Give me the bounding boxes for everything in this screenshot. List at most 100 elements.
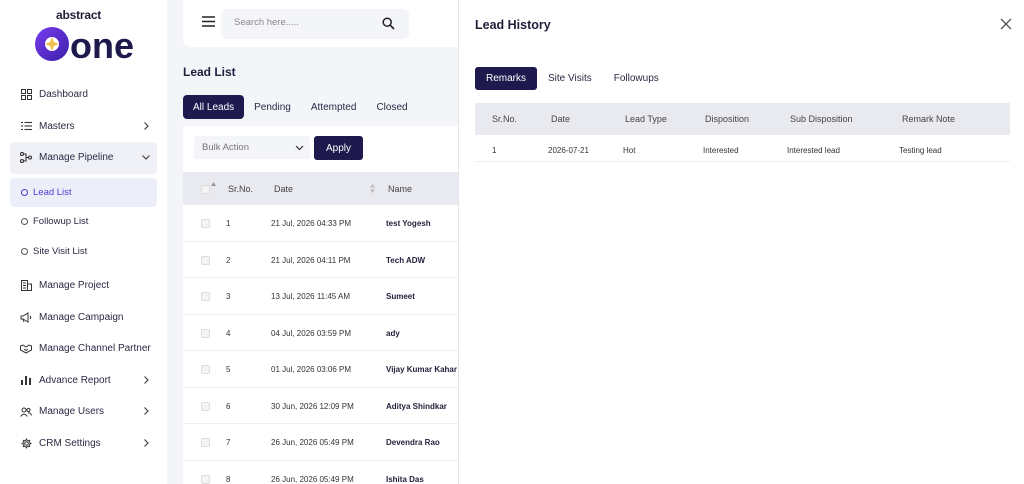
tab-followups[interactable]: Followups bbox=[603, 67, 670, 90]
history-disposition: Interested bbox=[703, 146, 739, 155]
sidebar-item-label: Manage Users bbox=[39, 406, 105, 418]
sidebar-nav: Dashboard Masters Manage Pipeline Lead L… bbox=[10, 79, 157, 459]
history-lead-type: Hot bbox=[623, 146, 636, 155]
sidebar-item-manage-users[interactable]: Manage Users bbox=[10, 396, 157, 428]
row-srno: 4 bbox=[226, 328, 231, 338]
tab-remarks[interactable]: Remarks bbox=[475, 67, 538, 90]
history-remark-note: Testing lead bbox=[899, 146, 942, 155]
row-date: 21 Jul, 2026 04:11 PM bbox=[271, 255, 351, 265]
sidebar-subitem-followup-list[interactable]: Followup List bbox=[10, 207, 157, 237]
search-icon[interactable] bbox=[382, 17, 395, 30]
table-row[interactable]: 5 01 Jul, 2026 03:06 PM Vijay Kumar Kaha… bbox=[183, 351, 483, 388]
sidebar-item-manage-pipeline[interactable]: Manage Pipeline bbox=[10, 142, 157, 174]
sidebar-item-label: Manage Pipeline bbox=[39, 152, 114, 164]
sidebar-item-masters[interactable]: Masters bbox=[10, 111, 157, 143]
column-header-date: Date bbox=[551, 114, 571, 124]
row-name[interactable]: ady bbox=[386, 329, 400, 338]
row-name[interactable]: Vijay Kumar Kahar bbox=[386, 365, 457, 374]
history-table-header: Sr.No. Date Lead Type Disposition Sub Di… bbox=[475, 103, 1010, 135]
sidebar-item-manage-channel-partner[interactable]: Manage Channel Partner bbox=[10, 333, 157, 365]
column-header-srno: Sr.No. bbox=[492, 114, 518, 124]
chevron-right-icon bbox=[144, 121, 149, 130]
row-srno: 8 bbox=[226, 474, 231, 484]
grid-icon bbox=[20, 89, 32, 101]
sidebar-item-label: Manage Campaign bbox=[39, 311, 124, 323]
history-row: 1 2026-07-21 Hot Interested Interested l… bbox=[475, 135, 1010, 162]
sidebar-item-crm-settings[interactable]: CRM Settings bbox=[10, 428, 157, 460]
table-row[interactable]: 4 04 Jul, 2026 03:59 PM ady bbox=[183, 315, 483, 351]
row-date: 13 Jul, 2026 11:45 AM bbox=[271, 292, 351, 301]
chevron-right-icon bbox=[144, 375, 149, 384]
sidebar-item-label: Manage Project bbox=[39, 280, 110, 292]
chevron-down-icon bbox=[295, 145, 304, 151]
sidebar-item-label: Masters bbox=[39, 120, 75, 132]
row-srno: 3 bbox=[226, 292, 231, 301]
table-row[interactable]: 6 30 Jun, 2026 12:09 PM Aditya Shindkar bbox=[183, 388, 483, 424]
column-header-srno[interactable]: Sr.No. bbox=[228, 184, 253, 194]
select-all-checkbox[interactable] bbox=[201, 185, 210, 194]
close-icon[interactable] bbox=[1000, 18, 1012, 30]
history-sub-disposition: Interested lead bbox=[787, 146, 840, 155]
row-srno: 7 bbox=[226, 438, 231, 447]
tab-site-visits[interactable]: Site Visits bbox=[537, 67, 603, 90]
row-date: 21 Jul, 2026 04:33 PM bbox=[271, 219, 352, 228]
row-checkbox[interactable] bbox=[201, 438, 210, 447]
sidebar-item-dashboard[interactable]: Dashboard bbox=[10, 79, 157, 111]
row-srno: 2 bbox=[226, 255, 231, 265]
sidebar-item-label: Manage Channel Partner bbox=[39, 343, 151, 355]
lead-list-panel: Bulk Action Apply Sr.No. Date Name 1 21 … bbox=[183, 126, 483, 484]
sidebar-item-advance-report[interactable]: Advance Report bbox=[10, 365, 157, 397]
tab-closed[interactable]: Closed bbox=[366, 95, 417, 119]
column-header-date[interactable]: Date bbox=[274, 184, 293, 194]
tab-pending[interactable]: Pending bbox=[244, 95, 301, 119]
table-row[interactable]: 3 13 Jul, 2026 11:45 AM Sumeet bbox=[183, 278, 483, 315]
tab-all-leads[interactable]: All Leads bbox=[183, 95, 245, 119]
sidebar-subitem-site-visit-list[interactable]: Site Visit List bbox=[10, 237, 157, 267]
sidebar-subitem-lead-list[interactable]: Lead List bbox=[10, 177, 157, 207]
sort-icon[interactable] bbox=[370, 184, 375, 193]
history-date: 2026-07-21 bbox=[548, 146, 589, 155]
row-checkbox[interactable] bbox=[201, 328, 210, 338]
sidebar: abstract one Dashboard Masters Manage Pi… bbox=[0, 0, 167, 484]
table-row[interactable]: 8 26 Jun, 2026 05:49 PM Ishita Das bbox=[183, 461, 483, 484]
brand-logo-mark: one bbox=[35, 25, 134, 64]
row-checkbox[interactable] bbox=[201, 401, 210, 411]
brand-logo[interactable]: abstract one bbox=[32, 8, 136, 64]
row-name[interactable]: test Yogesh bbox=[386, 219, 431, 228]
row-date: 26 Jun, 2026 05:49 PM bbox=[271, 474, 354, 484]
sidebar-item-manage-campaign[interactable]: Manage Campaign bbox=[10, 302, 157, 334]
sidebar-item-label: Dashboard bbox=[39, 89, 88, 101]
gear-icon bbox=[20, 437, 32, 449]
apply-button[interactable]: Apply bbox=[314, 136, 363, 160]
hamburger-menu-icon[interactable] bbox=[202, 16, 215, 27]
row-checkbox[interactable] bbox=[201, 292, 210, 301]
row-date: 04 Jul, 2026 03:59 PM bbox=[271, 328, 352, 338]
bulk-action-select[interactable]: Bulk Action bbox=[194, 136, 310, 159]
row-checkbox[interactable] bbox=[201, 219, 210, 228]
handshake-icon bbox=[20, 343, 32, 355]
table-row[interactable]: 2 21 Jul, 2026 04:11 PM Tech ADW bbox=[183, 242, 483, 278]
pipeline-icon bbox=[20, 152, 32, 164]
row-srno: 1 bbox=[226, 219, 231, 228]
row-checkbox[interactable] bbox=[201, 255, 210, 265]
table-row[interactable]: 1 21 Jul, 2026 04:33 PM test Yogesh bbox=[183, 205, 483, 242]
sort-icon[interactable] bbox=[211, 182, 216, 188]
list-icon bbox=[20, 120, 32, 132]
table-row[interactable]: 7 26 Jun, 2026 05:49 PM Devendra Rao bbox=[183, 424, 483, 461]
search-input[interactable] bbox=[234, 17, 374, 28]
svg-text:one: one bbox=[70, 25, 134, 64]
row-name[interactable]: Tech ADW bbox=[386, 256, 425, 265]
modal-tabs: Remarks Site Visits Followups bbox=[475, 67, 670, 90]
row-checkbox[interactable] bbox=[201, 474, 210, 484]
row-name[interactable]: Aditya Shindkar bbox=[386, 402, 447, 411]
sidebar-subitem-label: Followup List bbox=[33, 216, 89, 228]
chevron-right-icon bbox=[144, 407, 149, 415]
history-srno: 1 bbox=[492, 146, 497, 155]
column-header-name[interactable]: Name bbox=[388, 184, 412, 194]
sidebar-item-manage-project[interactable]: Manage Project bbox=[10, 270, 157, 302]
row-checkbox[interactable] bbox=[201, 365, 210, 374]
tab-attempted[interactable]: Attempted bbox=[301, 95, 367, 119]
row-name[interactable]: Ishita Das bbox=[386, 475, 424, 484]
row-name[interactable]: Devendra Rao bbox=[386, 438, 440, 447]
row-name[interactable]: Sumeet bbox=[386, 292, 415, 301]
